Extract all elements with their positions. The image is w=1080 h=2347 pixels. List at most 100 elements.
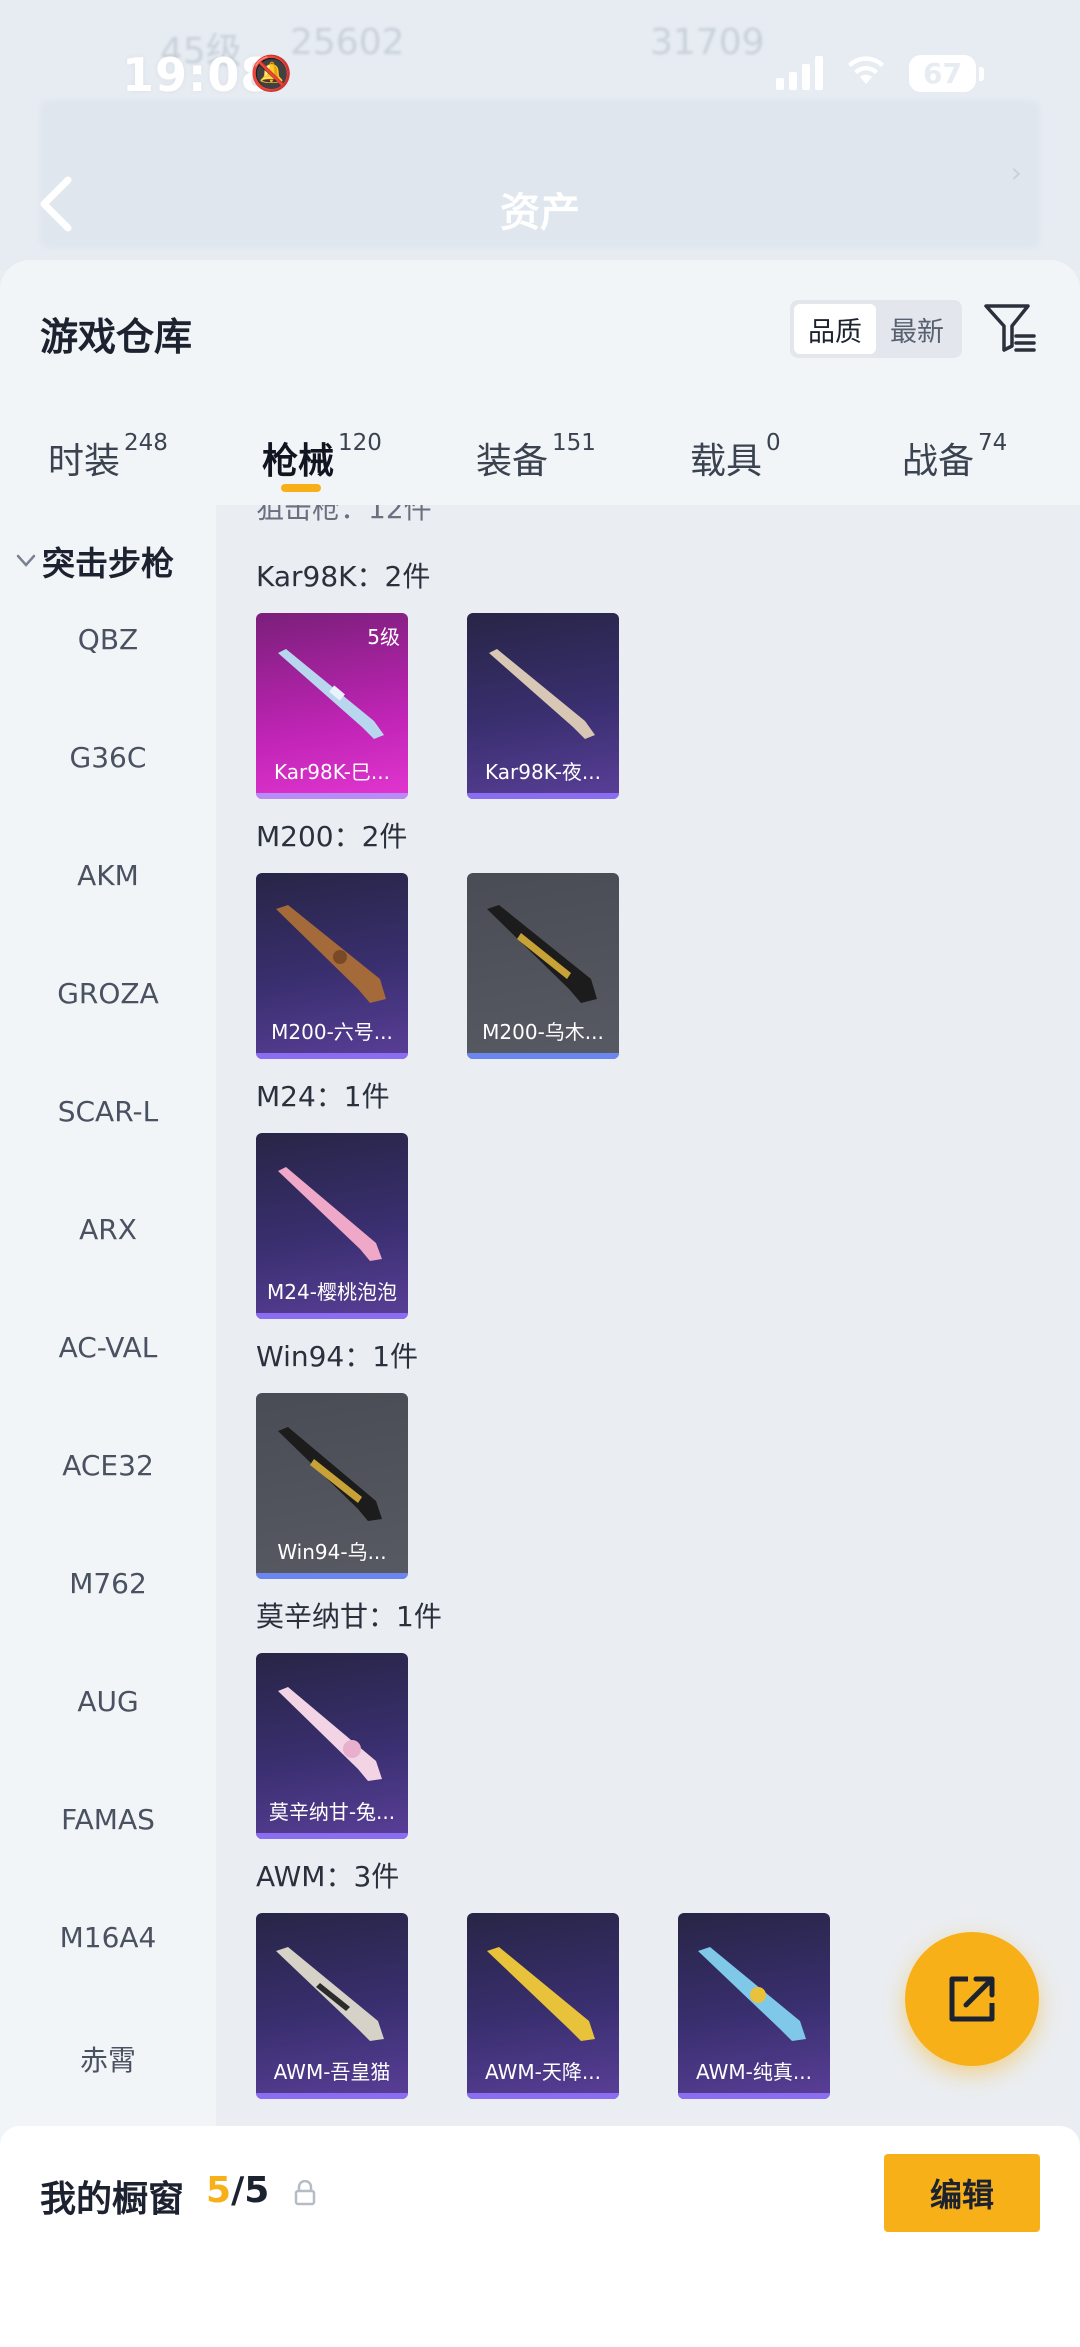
warehouse-title: 游戏仓库 bbox=[40, 315, 193, 359]
weapon-category-nav: 突击步枪 QBZ G36C AKM GROZA SCAR-L ARX AC-VA… bbox=[0, 505, 216, 2347]
mute-bell-icon: 🔕 bbox=[250, 54, 293, 94]
tab-label: 枪械 bbox=[262, 441, 335, 482]
rarity-bar bbox=[467, 2093, 619, 2099]
category-item-aug[interactable]: AUG bbox=[0, 1685, 216, 1718]
weapon-name: Kar98K-夜... bbox=[485, 760, 601, 784]
weapon-level-badge: 5级 bbox=[367, 625, 400, 649]
weapon-icon bbox=[270, 1419, 394, 1529]
chevron-down-icon bbox=[16, 554, 36, 567]
category-item-ace32[interactable]: ACE32 bbox=[0, 1449, 216, 1482]
category-item-famas[interactable]: FAMAS bbox=[0, 1803, 216, 1836]
category-item-qbz[interactable]: QBZ bbox=[0, 623, 216, 656]
tab-guns[interactable]: 枪械 120 bbox=[262, 430, 382, 484]
rarity-bar bbox=[256, 1053, 408, 1059]
sort-quality-option[interactable]: 品质 bbox=[794, 304, 876, 354]
category-heading[interactable]: 突击步枪 bbox=[16, 537, 174, 585]
category-item-m762[interactable]: M762 bbox=[0, 1567, 216, 1600]
group-title-m200: M200：2件 bbox=[256, 820, 408, 853]
chevron-right-icon: › bbox=[1010, 156, 1022, 189]
weapon-icon bbox=[692, 1939, 816, 2049]
weapon-name: AWM-天降... bbox=[485, 2060, 601, 2084]
rarity-bar bbox=[256, 1573, 408, 1579]
weapon-card[interactable]: M200-六号... bbox=[256, 873, 408, 1059]
background-header: 45级 25602 31709 19:08 🔕 67 资产 › bbox=[0, 0, 1080, 270]
category-item-m16a4[interactable]: M16A4 bbox=[0, 1921, 216, 1954]
category-item-g36c[interactable]: G36C bbox=[0, 741, 216, 774]
rarity-bar bbox=[678, 2093, 830, 2099]
weapon-card[interactable]: AWM-吾皇猫 bbox=[256, 1913, 408, 2099]
rarity-bar bbox=[467, 1053, 619, 1059]
weapon-name: M200-乌木... bbox=[482, 1020, 604, 1044]
tab-vehicles[interactable]: 载具 0 bbox=[690, 430, 781, 484]
group-title-awm: AWM：3件 bbox=[256, 1860, 400, 1893]
tab-label: 时装 bbox=[48, 441, 121, 482]
lock-icon bbox=[294, 2180, 316, 2206]
back-arrow-icon[interactable] bbox=[38, 176, 74, 242]
sort-toggle: 品质 最新 bbox=[790, 300, 962, 358]
weapon-card[interactable]: 莫辛纳甘-兔... bbox=[256, 1653, 408, 1839]
weapon-card[interactable]: AWM-天降... bbox=[467, 1913, 619, 2099]
tab-label: 战备 bbox=[902, 441, 975, 482]
category-tabs: 时装 248 枪械 120 装备 151 载具 0 战备 74 bbox=[0, 410, 1080, 500]
share-button[interactable] bbox=[905, 1932, 1039, 2066]
rarity-bar bbox=[467, 793, 619, 799]
wifi-icon bbox=[845, 54, 887, 92]
group-title-mosin: 莫辛纳甘：1件 bbox=[256, 1600, 442, 1633]
weapon-card[interactable]: 5级 Kar98K-巳... bbox=[256, 613, 408, 799]
sort-newest-option[interactable]: 最新 bbox=[876, 304, 958, 354]
weapon-grid: 狙击枪：12件 Kar98K：2件 5级 Kar98K-巳... Kar98K-… bbox=[216, 505, 1080, 2347]
showcase-total: /5 bbox=[231, 2170, 270, 2211]
warehouse-sheet: 游戏仓库 品质 最新 时装 248 枪械 120 装备 151 载具 0 战备 … bbox=[0, 260, 1080, 2347]
rarity-bar bbox=[256, 1833, 408, 1839]
weapon-icon bbox=[270, 1939, 394, 2049]
weapon-name: AWM-纯真... bbox=[696, 2060, 812, 2084]
weapon-card[interactable]: AWM-纯真... bbox=[678, 1913, 830, 2099]
tab-count: 248 bbox=[124, 430, 168, 456]
tab-supplies[interactable]: 战备 74 bbox=[902, 430, 1008, 484]
category-item-akm[interactable]: AKM bbox=[0, 859, 216, 892]
category-item-scar-l[interactable]: SCAR-L bbox=[0, 1095, 216, 1128]
weapon-name: AWM-吾皇猫 bbox=[273, 2060, 391, 2084]
weapon-icon bbox=[481, 1939, 605, 2049]
weapon-card[interactable]: Kar98K-夜... bbox=[467, 613, 619, 799]
weapon-card[interactable]: Win94-乌... bbox=[256, 1393, 408, 1579]
ghost-score: 31709 bbox=[650, 22, 765, 63]
tab-label: 载具 bbox=[690, 441, 763, 482]
group-title-m24: M24：1件 bbox=[256, 1080, 390, 1113]
category-heading-label: 突击步枪 bbox=[42, 544, 174, 583]
showcase-count: 5/5 bbox=[206, 2170, 269, 2211]
battery-indicator: 67 bbox=[909, 54, 984, 92]
page-title: 资产 bbox=[500, 190, 580, 236]
active-tab-indicator bbox=[281, 484, 321, 492]
weapon-name: 莫辛纳甘-兔... bbox=[268, 1800, 396, 1824]
weapon-icon bbox=[270, 899, 394, 1009]
filter-icon[interactable] bbox=[982, 300, 1038, 356]
tab-count: 120 bbox=[338, 430, 382, 456]
weapon-icon bbox=[481, 899, 605, 1009]
weapon-name: M24-樱桃泡泡 bbox=[267, 1280, 397, 1304]
tab-fashion[interactable]: 时装 248 bbox=[48, 430, 168, 484]
rarity-bar bbox=[256, 2093, 408, 2099]
category-item-groza[interactable]: GROZA bbox=[0, 977, 216, 1010]
weapon-card[interactable]: M24-樱桃泡泡 bbox=[256, 1133, 408, 1319]
rarity-bar bbox=[256, 793, 408, 799]
status-indicators: 67 bbox=[776, 54, 984, 92]
weapon-icon bbox=[270, 1159, 394, 1269]
category-item-arx[interactable]: ARX bbox=[0, 1213, 216, 1246]
tab-count: 74 bbox=[978, 430, 1008, 456]
showcase-bar: 我的橱窗 5/5 编辑 bbox=[0, 2126, 1080, 2347]
group-title-win94: Win94：1件 bbox=[256, 1340, 419, 1373]
signal-icon bbox=[776, 56, 824, 90]
weapon-name: Win94-乌... bbox=[277, 1540, 387, 1564]
tab-equipment[interactable]: 装备 151 bbox=[476, 430, 596, 484]
tab-count: 151 bbox=[552, 430, 596, 456]
ghost-coins: 25602 bbox=[290, 22, 405, 63]
category-item-chixiao[interactable]: 赤霄 bbox=[0, 2039, 216, 2079]
weapon-name: Kar98K-巳... bbox=[274, 760, 390, 784]
showcase-current: 5 bbox=[206, 2170, 232, 2211]
category-item-ac-val[interactable]: AC-VAL bbox=[0, 1331, 216, 1364]
weapon-icon bbox=[270, 1679, 394, 1789]
edit-button[interactable]: 编辑 bbox=[884, 2154, 1040, 2232]
weapon-card[interactable]: M200-乌木... bbox=[467, 873, 619, 1059]
showcase-label: 我的橱窗 bbox=[40, 2179, 185, 2220]
